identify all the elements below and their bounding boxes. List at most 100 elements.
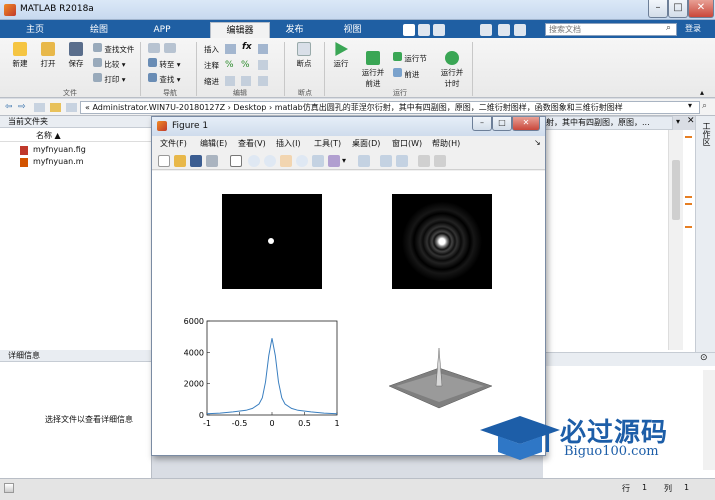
file-item[interactable]: myfnyuan.fig [20,145,150,156]
tab-apps[interactable]: APP [137,22,187,38]
menu-dock-icon[interactable]: ↘ [534,138,541,147]
save-button[interactable]: 保存 [64,42,88,69]
smart-indent-icon[interactable] [225,76,235,86]
run-section-button[interactable]: 运行节 [393,52,427,64]
wrap-comment-icon[interactable] [258,60,268,70]
minimize-button[interactable]: – [648,0,668,18]
quick-access-save-icon[interactable] [403,24,415,36]
pan-icon[interactable] [280,155,292,167]
search-folder-icon[interactable]: ⌕ [702,101,707,111]
colorbar-icon[interactable] [380,155,392,167]
menu-desktop[interactable]: 桌面(D) [352,138,380,149]
new-figure-icon[interactable] [158,155,170,167]
outdent-icon[interactable] [258,76,268,86]
breakpoints-button[interactable]: 断点 [292,42,316,69]
link-plot-icon[interactable] [358,155,370,167]
hide-plot-tools-icon[interactable] [418,155,430,167]
uncomment-icon[interactable]: % [241,60,250,70]
comment-button[interactable]: 注释 [204,60,219,71]
quick-access-undo-icon[interactable] [418,24,430,36]
column-header-name[interactable]: 名称 ▲ [0,130,151,142]
login-link[interactable]: 登录 [685,23,701,34]
up-folder-icon[interactable] [34,103,45,112]
insert-menu-icon[interactable] [258,44,268,54]
figure-titlebar[interactable]: Figure 1 – □ ✕ [152,117,545,136]
warning-marker[interactable] [685,196,692,198]
indent-icon[interactable] [241,76,251,86]
help-icon[interactable] [514,24,526,36]
figure-close-button[interactable]: ✕ [512,117,540,131]
tab-view[interactable]: 视图 [330,22,375,38]
new-button[interactable]: 新建 [8,42,32,69]
path-segment[interactable]: Administrator.WIN7U-20180127Z [92,103,225,112]
search-icon[interactable]: ⌕ [666,23,671,33]
menu-window[interactable]: 窗口(W) [392,138,422,149]
data-cursor-icon[interactable] [312,155,324,167]
advance-button[interactable]: 前进 [393,68,419,80]
path-segment[interactable]: Desktop [233,103,266,112]
browse-folder-icon[interactable] [50,103,61,112]
collapse-ribbon-icon[interactable]: ▴ [700,88,704,97]
print-button[interactable]: 打印 ▾ [93,73,126,85]
compare-button[interactable]: 比较 ▾ [93,58,126,70]
close-button[interactable]: ✕ [688,0,714,18]
menu-tools[interactable]: 工具(T) [314,138,341,149]
path-icon[interactable] [66,103,77,112]
print-figure-icon[interactable] [206,155,218,167]
current-path[interactable]: « Administrator.WIN7U-20180127Z › Deskto… [80,101,700,114]
goto-button[interactable]: 转至 ▾ [148,58,181,70]
brush-dropdown-icon[interactable]: ▾ [342,156,346,165]
rotate-3d-icon[interactable] [296,155,308,167]
figure-minimize-button[interactable]: – [472,117,492,131]
quick-access-icon[interactable] [498,24,510,36]
path-overflow[interactable]: « [85,103,90,112]
zoom-out-icon[interactable] [264,155,276,167]
tab-editor[interactable]: 编辑器 [210,22,270,38]
zoom-in-icon[interactable] [248,155,260,167]
menu-view[interactable]: 查看(V) [238,138,266,149]
back-icon[interactable] [148,43,160,53]
open-button[interactable]: 打开 [36,42,60,69]
forward-icon[interactable] [164,43,176,53]
panel-menu-icon[interactable]: ⊙ [700,353,708,363]
tab-home[interactable]: 主页 [10,22,60,38]
open-file-icon[interactable] [174,155,186,167]
run-button[interactable]: 运行 [330,42,352,69]
insert-button[interactable]: 插入 [204,44,219,55]
insert-icon[interactable] [225,44,236,54]
scrollbar-thumb[interactable] [672,160,680,220]
path-dropdown-icon[interactable]: ▾ [688,101,692,110]
maximize-button[interactable]: □ [668,0,688,18]
brush-icon[interactable] [328,155,340,167]
warning-marker[interactable] [685,136,692,138]
warning-marker[interactable] [685,203,692,205]
find-button[interactable]: 查找 ▾ [148,73,181,85]
edit-plot-icon[interactable] [230,155,242,167]
indent-button[interactable]: 缩进 [204,76,219,87]
menu-file[interactable]: 文件(F) [160,138,187,149]
path-segment[interactable]: matlab仿真出圆孔的菲涅尔衍射，其中有四副图，原图，二维衍射图样，函数图象和… [275,103,623,112]
menu-help[interactable]: 帮助(H) [432,138,460,149]
legend-icon[interactable] [396,155,408,167]
menu-insert[interactable]: 插入(I) [276,138,301,149]
fx-icon[interactable]: fx [242,42,252,52]
close-panel-icon[interactable]: ✕ [687,116,695,126]
warning-marker[interactable] [685,226,692,228]
forward-arrow-icon[interactable]: ⇨ [18,102,26,112]
figure-window[interactable]: Figure 1 – □ ✕ 文件(F) 编辑(E) 查看(V) 插入(I) 工… [151,116,546,456]
tab-plots[interactable]: 绘图 [74,22,124,38]
menu-edit[interactable]: 编辑(E) [200,138,227,149]
editor-tab[interactable]: 射，其中有四副图，原图，... [543,116,673,130]
editor-scrollbar[interactable] [668,130,683,350]
find-files-button[interactable]: 查找文件 [93,43,134,55]
back-arrow-icon[interactable]: ⇦ [5,102,13,112]
quick-access-icon[interactable] [480,24,492,36]
search-docs-input[interactable]: 搜索文档 [545,23,677,36]
show-plot-tools-icon[interactable] [434,155,446,167]
quick-access-redo-icon[interactable] [433,24,445,36]
workspace-collapsed[interactable]: 工作区 [695,116,715,354]
tab-publish[interactable]: 发布 [272,22,317,38]
file-item[interactable]: myfnyuan.m [20,157,150,168]
tab-menu-icon[interactable]: ▾ [676,117,680,126]
figure-maximize-button[interactable]: □ [492,117,512,131]
